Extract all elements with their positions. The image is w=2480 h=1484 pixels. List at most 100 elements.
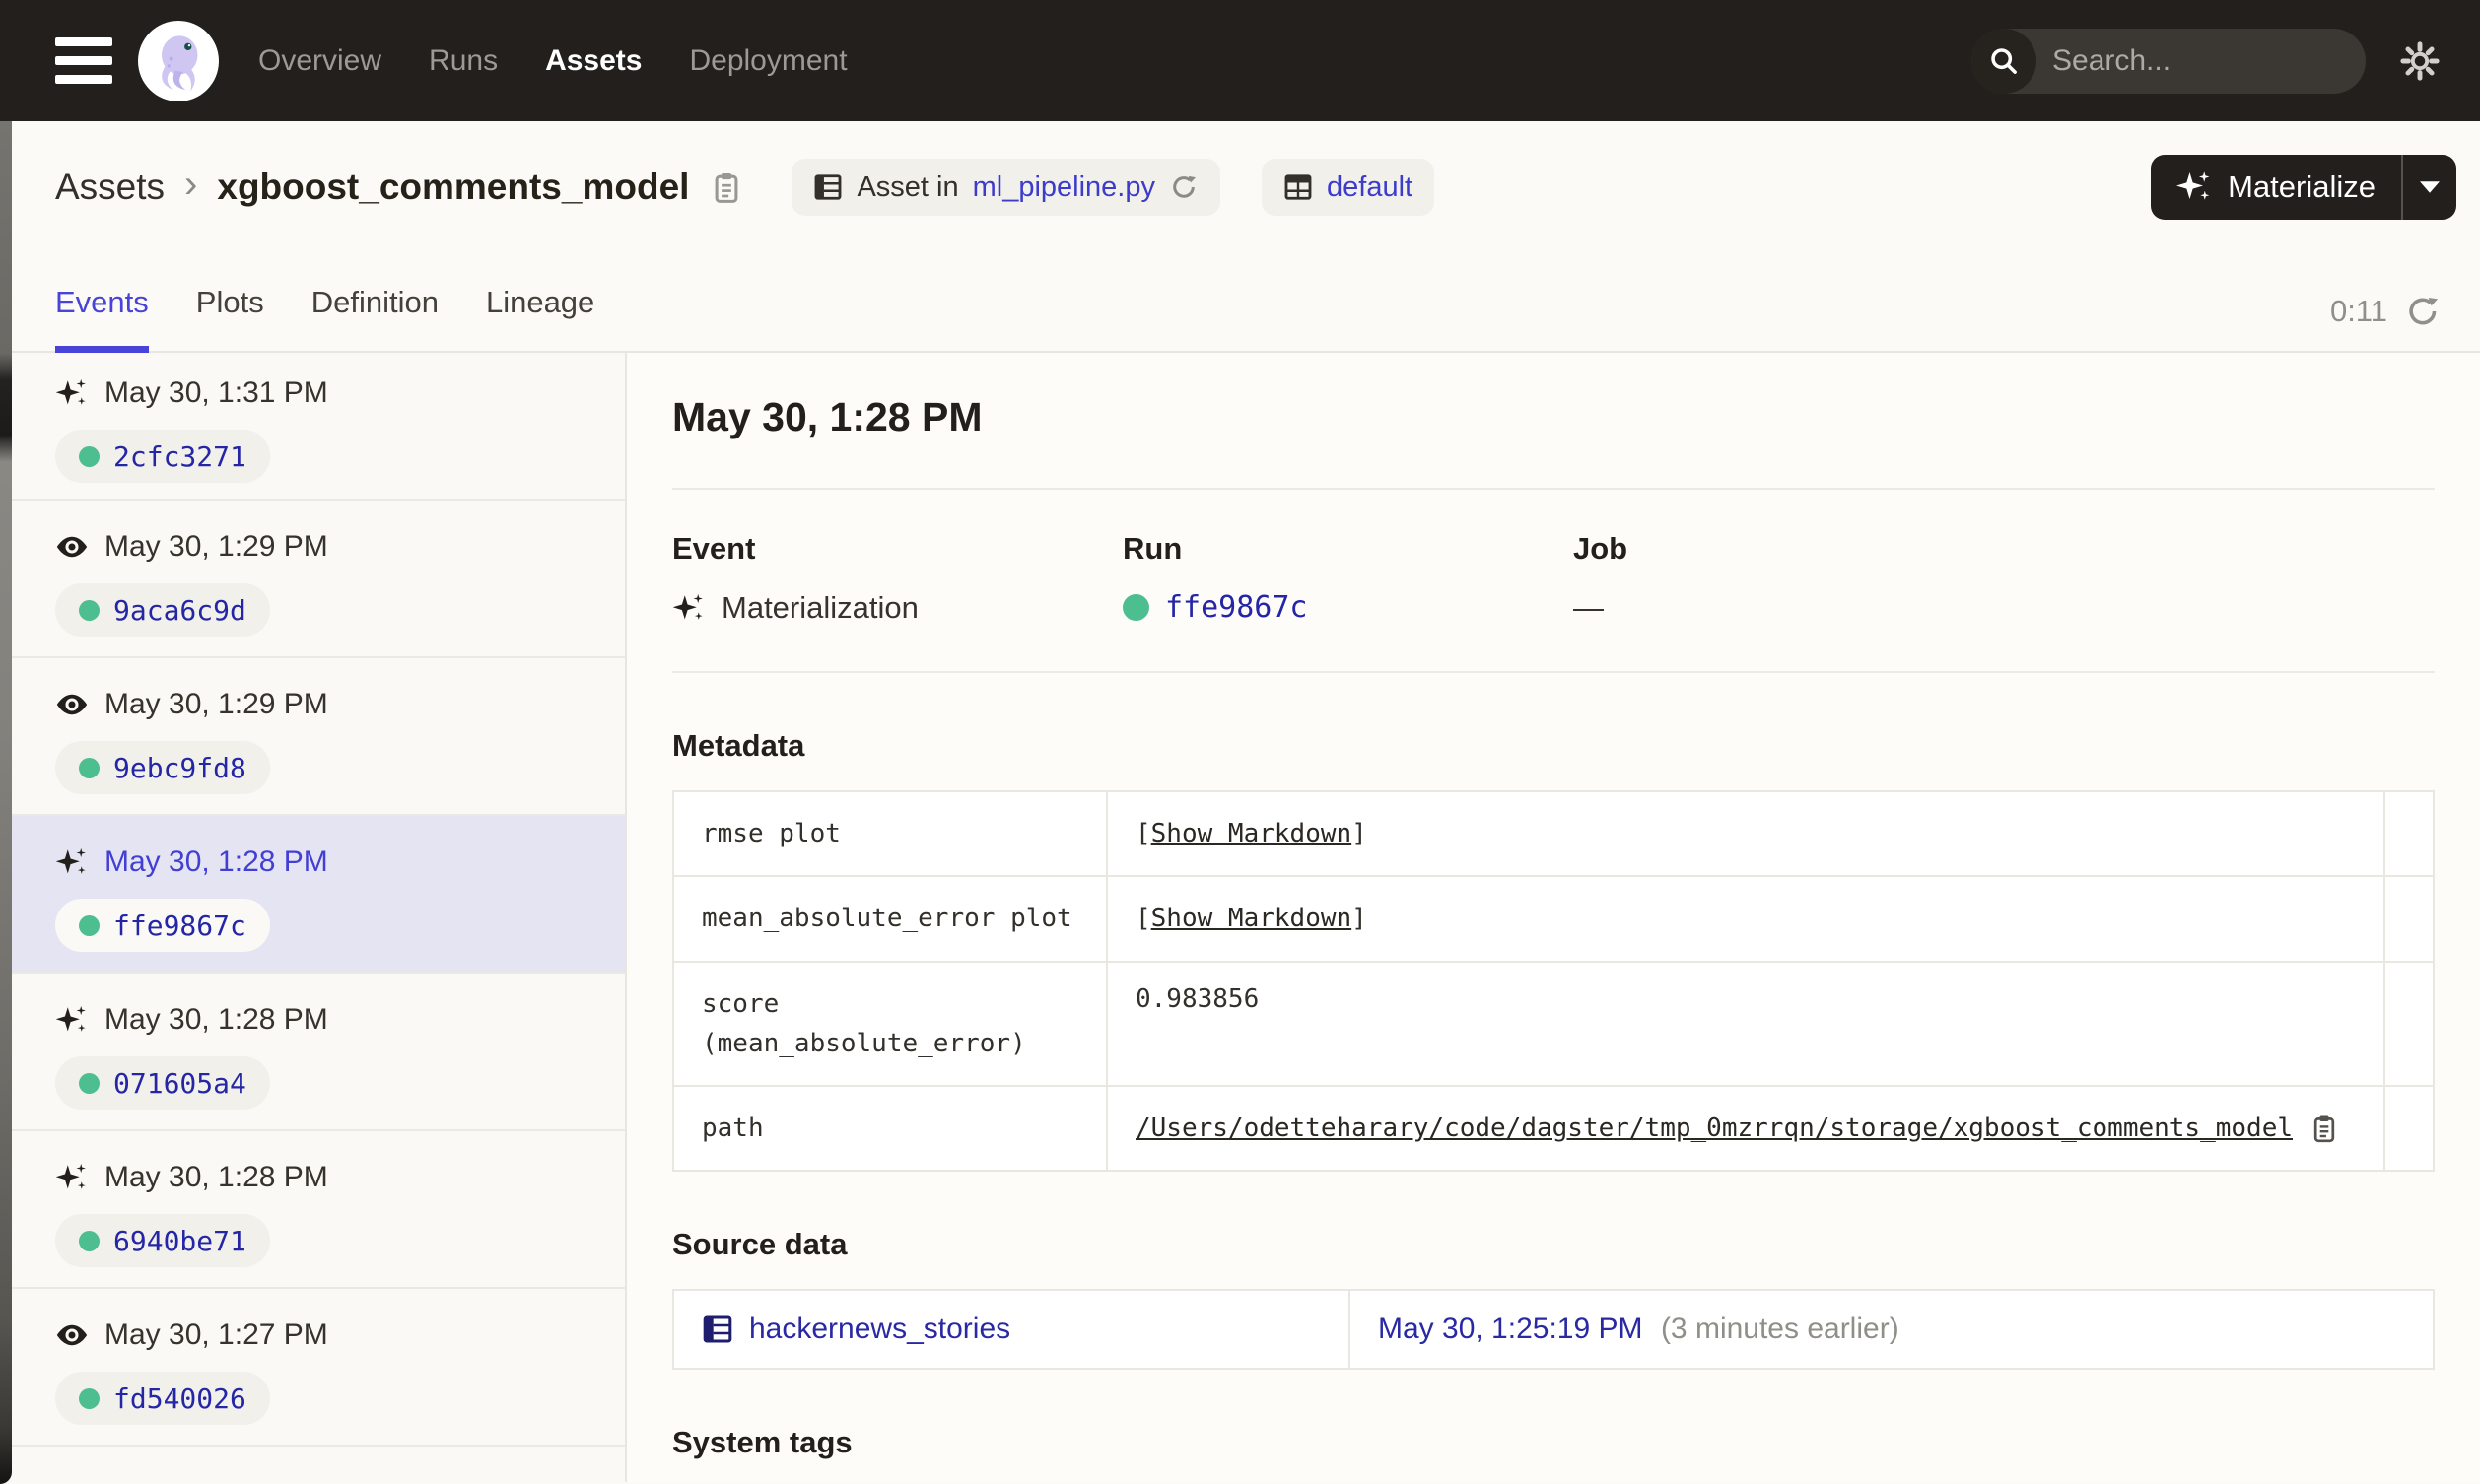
run-id-link[interactable]: 071605a4 <box>113 1067 246 1100</box>
event-list-item[interactable]: May 30, 1:31 PM 2cfc3271 <box>0 353 625 501</box>
run-status-dot <box>79 1230 100 1251</box>
asset-in-label: Asset in <box>857 170 959 203</box>
divider <box>672 671 2435 673</box>
dagster-asset-page: Overview Runs Assets Deployment / <box>0 0 2480 1484</box>
metadata-value: [Show Markdown] <box>1106 875 2385 963</box>
nav-item-overview[interactable]: Overview <box>258 44 381 78</box>
source-data-table: hackernews_stories May 30, 1:25:19 PM (3… <box>672 1289 2435 1371</box>
asset-group-link[interactable]: default <box>1327 171 1412 204</box>
breadcrumb: Assets › xgboost_comments_model Asset in… <box>55 159 1435 216</box>
tab-events[interactable]: Events <box>55 285 149 353</box>
asset-definition-pill: Asset in ml_pipeline.py <box>792 159 1220 216</box>
source-materialization-time-link[interactable]: May 30, 1:25:19 PM <box>1378 1313 1642 1345</box>
materialize-dropdown-button[interactable] <box>2401 155 2456 220</box>
bracket: [ <box>1136 904 1151 934</box>
nav-right: / <box>1971 28 2441 94</box>
tab-plots[interactable]: Plots <box>196 285 264 353</box>
table-row: path /Users/odetteharary/code/dagster/tm… <box>672 1085 2435 1173</box>
copy-path-icon[interactable] <box>2308 1113 2340 1144</box>
search-box[interactable]: / <box>1971 28 2366 94</box>
event-list-item[interactable]: May 30, 1:28 PM 6940be71 <box>0 1131 625 1289</box>
run-status-dot <box>79 445 100 467</box>
table-spacer-cell <box>2383 1085 2435 1173</box>
upstream-asset-link[interactable]: hackernews_stories <box>749 1313 1010 1346</box>
metadata-heading: Metadata <box>672 728 805 763</box>
run-id-link[interactable]: ffe9867c <box>113 910 246 942</box>
copy-asset-name-icon[interactable] <box>709 169 744 205</box>
breadcrumb-separator: › <box>184 162 198 206</box>
run-status-dot <box>79 1387 100 1409</box>
show-markdown-link[interactable]: Show Markdown <box>1151 904 1352 933</box>
table-row: score (mean_absolute_error) 0.983856 <box>672 960 2435 1088</box>
event-type-value: Materialization <box>722 590 919 625</box>
run-id-link[interactable]: ffe9867c <box>1165 590 1308 625</box>
materialization-icon <box>55 1161 89 1194</box>
run-id-pill[interactable]: 6940be71 <box>55 1214 270 1267</box>
materialize-button[interactable]: Materialize <box>2151 155 2401 220</box>
event-timestamp: May 30, 1:28 PM <box>104 1161 328 1193</box>
nav-item-deployment[interactable]: Deployment <box>689 44 847 78</box>
dagster-logo[interactable] <box>138 20 219 101</box>
system-tags-heading: System tags <box>672 1425 853 1460</box>
event-timestamp: May 30, 1:29 PM <box>104 688 328 720</box>
event-list-item[interactable]: May 30, 1:29 PM 9aca6c9d <box>0 501 625 658</box>
bracket: ] <box>1351 819 1367 849</box>
table-grid-icon <box>813 172 843 202</box>
run-id-link[interactable]: 9aca6c9d <box>113 594 246 627</box>
storage-path-link[interactable]: /Users/odetteharary/code/dagster/tmp_0mz… <box>1136 1113 2293 1143</box>
pipeline-file-link[interactable]: ml_pipeline.py <box>973 171 1155 204</box>
run-id-pill[interactable]: 9aca6c9d <box>55 583 270 637</box>
run-id-pill[interactable]: ffe9867c <box>55 899 270 952</box>
refresh-icon[interactable] <box>2405 294 2441 329</box>
table-grid-icon <box>702 1314 733 1345</box>
show-markdown-link[interactable]: Show Markdown <box>1151 819 1352 848</box>
event-list-item[interactable]: May 30, 1:27 PM fd540026 <box>0 1289 625 1447</box>
run-status-dot <box>79 757 100 778</box>
page-header: Assets › xgboost_comments_model Asset in… <box>0 121 2480 253</box>
table-row: rmse plot [Show Markdown] <box>672 789 2435 878</box>
metadata-key: mean_absolute_error plot <box>672 875 1108 963</box>
gear-icon[interactable] <box>2399 40 2441 82</box>
asset-group-icon <box>1283 172 1313 202</box>
content-area: May 30, 1:31 PM 2cfc3271 May 30, 1:29 PM… <box>0 353 2480 1482</box>
search-input[interactable] <box>2036 43 2366 78</box>
run-id-pill[interactable]: 9ebc9fd8 <box>55 741 270 794</box>
reload-definition-icon[interactable] <box>1169 172 1199 202</box>
event-timestamp: May 30, 1:29 PM <box>104 530 328 563</box>
metadata-key: path <box>672 1085 1108 1173</box>
window-edge-artifact <box>0 121 12 1484</box>
metadata-value: 0.983856 <box>1106 960 2385 1088</box>
source-asset-cell: hackernews_stories <box>672 1289 1350 1371</box>
tab-lineage[interactable]: Lineage <box>486 285 594 353</box>
materialization-icon <box>55 1003 89 1037</box>
run-id-link[interactable]: 6940be71 <box>113 1225 246 1257</box>
event-timestamp: May 30, 1:28 PM <box>104 845 328 878</box>
table-spacer-cell <box>2383 789 2435 878</box>
run-id-link[interactable]: 9ebc9fd8 <box>113 752 246 784</box>
table-spacer-cell <box>2383 875 2435 963</box>
event-list-item-selected[interactable]: May 30, 1:28 PM ffe9867c <box>0 816 625 974</box>
nav-item-runs[interactable]: Runs <box>429 44 498 78</box>
source-data-heading: Source data <box>672 1227 848 1262</box>
tab-definition[interactable]: Definition <box>311 285 439 353</box>
run-id-link[interactable]: fd540026 <box>113 1383 246 1415</box>
tab-bar: Events Plots Definition Lineage 0:11 <box>0 253 2480 353</box>
event-list-item[interactable]: May 30, 1:28 PM 071605a4 <box>0 974 625 1131</box>
run-id-pill[interactable]: 071605a4 <box>55 1056 270 1110</box>
primary-nav: Overview Runs Assets Deployment <box>258 44 848 78</box>
run-id-pill[interactable]: fd540026 <box>55 1372 270 1425</box>
run-id-link[interactable]: 2cfc3271 <box>113 440 246 473</box>
hamburger-menu-icon[interactable] <box>55 37 112 84</box>
bracket: [ <box>1136 819 1151 849</box>
breadcrumb-assets-link[interactable]: Assets <box>55 167 165 208</box>
event-list: May 30, 1:31 PM 2cfc3271 May 30, 1:29 PM… <box>0 353 627 1482</box>
event-detail-title: May 30, 1:28 PM <box>672 394 983 439</box>
job-label: Job <box>1573 531 1628 566</box>
run-column: Run ffe9867c <box>1123 531 1573 626</box>
event-list-item[interactable]: May 30, 1:29 PM 9ebc9fd8 <box>0 658 625 816</box>
run-status-dot <box>79 1072 100 1094</box>
nav-item-assets[interactable]: Assets <box>545 44 642 78</box>
metadata-value: /Users/odetteharary/code/dagster/tmp_0mz… <box>1106 1085 2385 1173</box>
run-id-pill[interactable]: 2cfc3271 <box>55 430 270 483</box>
asset-group-pill[interactable]: default <box>1262 159 1435 216</box>
